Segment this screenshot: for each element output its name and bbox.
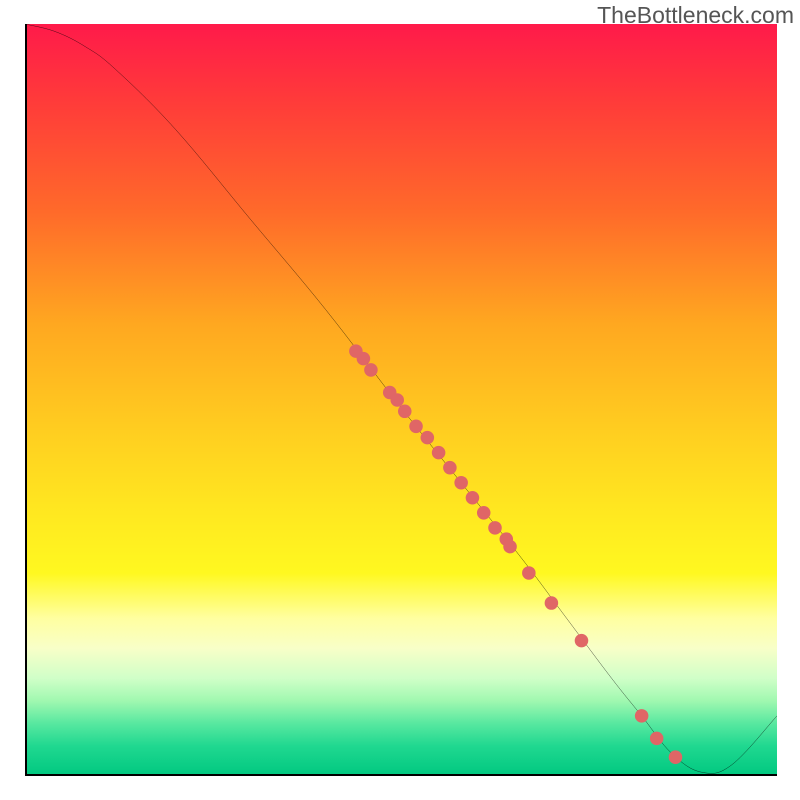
plot-background-gradient — [25, 24, 777, 776]
attribution-text: TheBottleneck.com — [597, 2, 794, 29]
bottleneck-chart: TheBottleneck.com — [0, 0, 800, 800]
